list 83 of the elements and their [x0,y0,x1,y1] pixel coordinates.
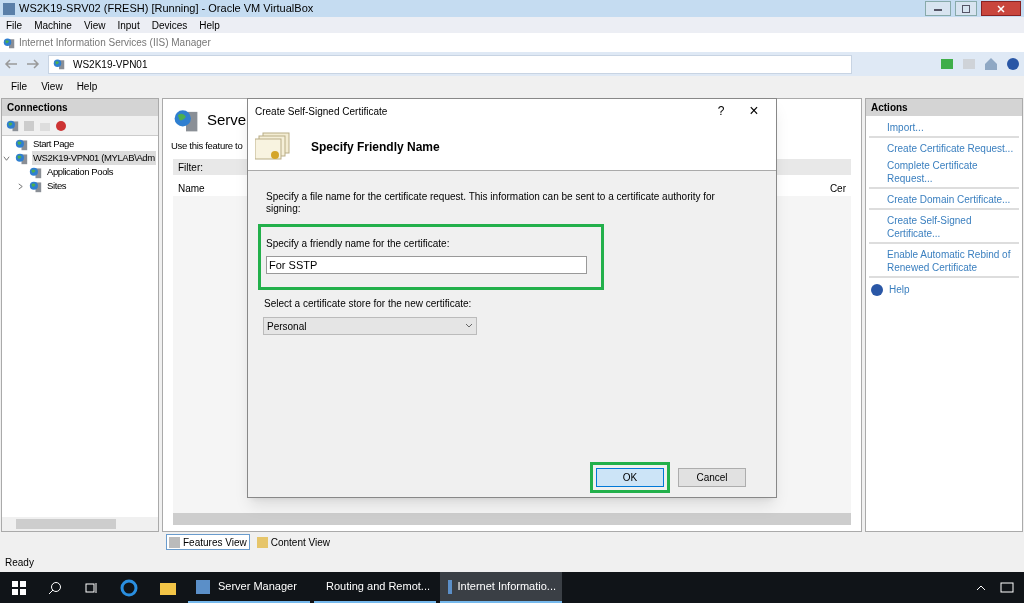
taskbar-app[interactable]: Internet Informatio... [440,572,562,603]
feature-description: Use this feature to [171,139,243,153]
scrollbar[interactable] [2,517,158,531]
field-label: Select a certificate store for the new certificate: [263,297,473,311]
tree-item[interactable]: Sites [46,178,68,194]
tree-node-icon [29,179,42,193]
app-icon [194,577,212,596]
windows-start-icon[interactable] [12,580,26,595]
pane-header: Actions [866,99,1022,116]
certificate-icon [255,130,291,163]
action-link[interactable]: Create Domain Certificate... [869,193,1019,206]
close-button[interactable]: × [739,99,769,123]
help-icon[interactable] [1006,57,1020,71]
action-link[interactable]: Help [889,282,910,297]
minimize-button[interactable] [925,1,951,16]
maximize-icon [962,4,970,13]
window-title: Internet Information Services (IIS) Manager [19,36,211,50]
scrollbar[interactable] [173,513,851,525]
app-icon [3,2,15,15]
tree-item[interactable]: Application Pools [46,164,115,180]
action-link[interactable]: Create Self-Signed Certificate... [869,214,1019,240]
chevron-right-icon[interactable] [17,182,25,190]
folder-icon[interactable] [160,580,176,595]
feature-title: Serve [207,109,247,130]
back-icon[interactable] [4,59,18,69]
field-label: Specify a friendly name for the certificate: [266,237,451,251]
server-globe-icon [53,58,65,70]
friendly-name-field[interactable]: For SSTP [266,256,587,274]
view-icon [169,536,180,548]
menu-item[interactable]: View [41,79,63,94]
task-view-icon[interactable] [84,580,98,595]
help-button[interactable]: ? [711,102,731,120]
view-tab[interactable]: Features View [166,534,250,550]
chevron-down-icon[interactable] [3,154,11,162]
server-globe-icon [173,107,199,133]
browser-icon[interactable] [120,578,138,597]
close-button[interactable] [981,1,1021,16]
menu-item[interactable]: File [6,17,23,33]
tree-node-icon [15,137,28,151]
dialog-title: Create Self-Signed Certificate [255,104,388,119]
view-icon [256,536,268,548]
menu-item[interactable]: Devices [151,17,188,33]
view-tab[interactable]: Content View [253,534,334,550]
restore-button[interactable] [955,1,977,16]
dialog-button[interactable]: Cancel [678,468,746,487]
menu-item[interactable]: Help [199,17,220,33]
tree-item[interactable]: WS2K19-VPN01 (MYLAB\Adm [32,150,156,166]
filter-label: Filter: [178,160,203,175]
tree-item[interactable]: Start Page [32,136,75,152]
close-icon [997,4,1005,13]
app-icon [446,577,452,596]
store-dropdown[interactable]: Personal [263,317,477,335]
help-icon [871,283,883,296]
breadcrumb-item[interactable]: WS2K19-VPN01 [69,56,152,72]
tree-node-icon [29,165,42,179]
dialog-description: Specify a file name for the certificate request. This information can be sent to a certificate authority for signing: [265,191,716,215]
forward-icon[interactable] [26,59,40,69]
status-text: Ready [5,555,34,570]
taskbar-app[interactable]: Routing and Remot... [314,572,436,603]
tree-node-icon [15,151,28,165]
menu-item[interactable]: File [11,79,28,94]
caret-up-icon[interactable] [976,584,986,591]
search-icon[interactable] [48,580,62,595]
action-link[interactable]: Enable Automatic Rebind of Renewed Certificate [869,248,1019,274]
column-header[interactable]: Name [178,181,205,197]
chevron-down-icon [465,323,473,329]
column-header[interactable]: Cer [829,181,846,197]
menu-item[interactable]: View [83,17,106,33]
menu-item[interactable]: Machine [34,17,72,33]
notification-icon[interactable] [1000,581,1014,594]
menu-item[interactable]: Input [117,17,140,33]
action-link[interactable]: Complete Certificate Request... [869,159,1019,185]
address-bar[interactable]: WS2K19-VPN01 [48,54,852,74]
dialog-button[interactable]: OK [596,468,664,487]
window-title: WS2K19-SRV02 (FRESH) [Running] - Oracle VM VirtualBox [19,1,314,17]
action-link[interactable]: Import... [869,121,1019,134]
taskbar-app[interactable]: Server Manager [188,572,310,603]
action-link[interactable]: Create Certificate Request... [869,142,1019,155]
dialog-heading: Specify Friendly Name [311,138,440,156]
iis-app-icon [3,36,15,49]
connect-icon [6,119,19,132]
menu-item[interactable]: Help [76,79,98,94]
pane-header: Connections [2,99,158,116]
